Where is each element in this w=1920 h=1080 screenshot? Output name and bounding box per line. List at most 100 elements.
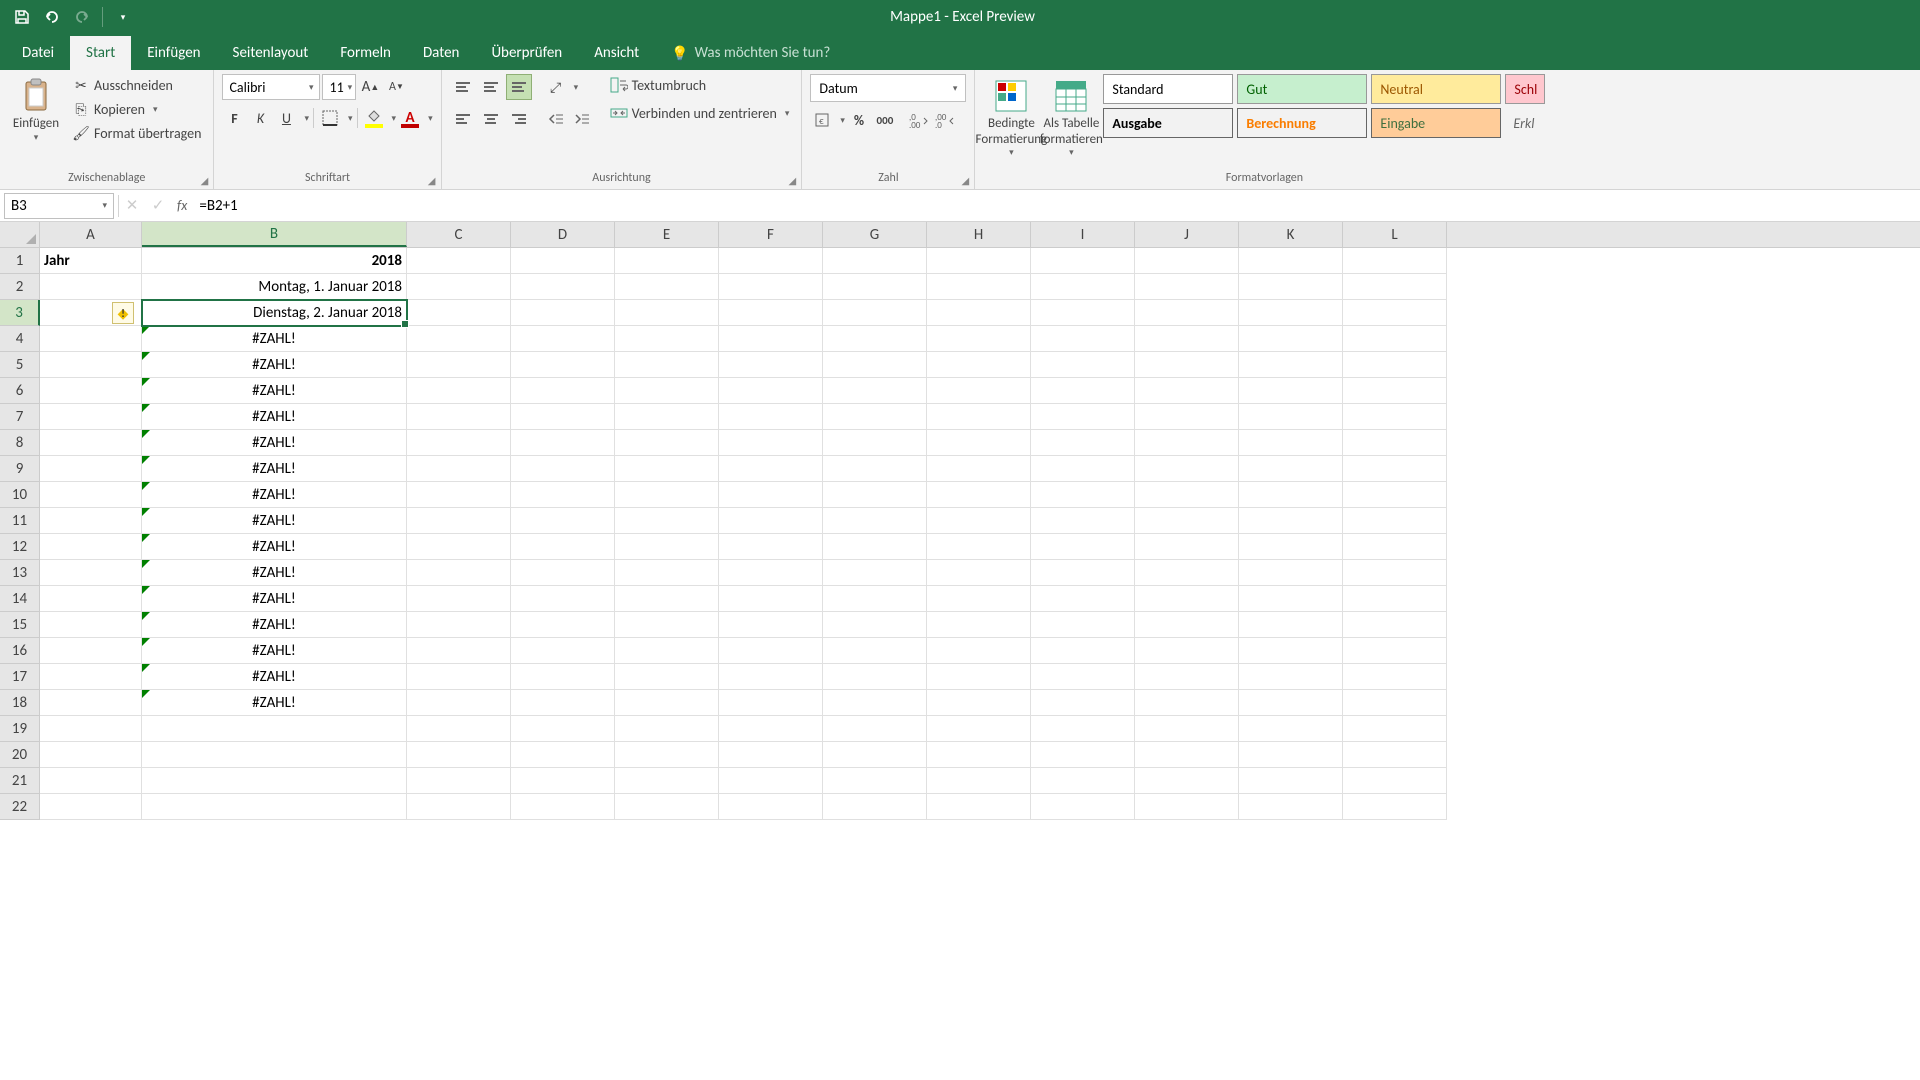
cell-L10[interactable] [1343,482,1447,508]
cell-F5[interactable] [719,352,823,378]
cell-H13[interactable] [927,560,1031,586]
cell-H1[interactable] [927,248,1031,274]
tab-einfuegen[interactable]: Einfügen [131,36,216,70]
cell-F4[interactable] [719,326,823,352]
cell-L5[interactable] [1343,352,1447,378]
cell-E20[interactable] [615,742,719,768]
cell-F9[interactable] [719,456,823,482]
cell-E9[interactable] [615,456,719,482]
cell-A11[interactable] [40,508,142,534]
percent-format-button[interactable]: % [847,108,871,132]
font-color-button[interactable]: A [398,106,422,130]
cell-F7[interactable] [719,404,823,430]
cell-J12[interactable] [1135,534,1239,560]
cell-G5[interactable] [823,352,927,378]
column-header-B[interactable]: B [142,222,407,247]
cell-L9[interactable] [1343,456,1447,482]
cell-E5[interactable] [615,352,719,378]
borders-button[interactable] [318,106,342,130]
cell-C14[interactable] [407,586,511,612]
cell-C7[interactable] [407,404,511,430]
font-size-select[interactable]: 11 ▾ [322,74,356,100]
cell-C11[interactable] [407,508,511,534]
column-header-D[interactable]: D [511,222,615,247]
cell-K5[interactable] [1239,352,1343,378]
cell-E6[interactable] [615,378,719,404]
cell-C3[interactable] [407,300,511,326]
cell-C4[interactable] [407,326,511,352]
cell-A17[interactable] [40,664,142,690]
cell-C21[interactable] [407,768,511,794]
cell-I4[interactable] [1031,326,1135,352]
cell-L19[interactable] [1343,716,1447,742]
cell-I3[interactable] [1031,300,1135,326]
cell-E22[interactable] [615,794,719,820]
cell-A6[interactable] [40,378,142,404]
cell-B17[interactable]: #ZAHL! [142,664,407,690]
row-header-17[interactable]: 17 [0,664,40,690]
cell-K20[interactable] [1239,742,1343,768]
chevron-down-icon[interactable]: ▾ [392,113,397,124]
tab-datei[interactable]: Datei [6,36,70,70]
cell-A21[interactable] [40,768,142,794]
column-header-C[interactable]: C [407,222,511,247]
cell-D7[interactable] [511,404,615,430]
cell-C19[interactable] [407,716,511,742]
cell-H2[interactable] [927,274,1031,300]
cell-F1[interactable] [719,248,823,274]
align-top-button[interactable] [450,74,476,100]
redo-icon[interactable] [72,7,92,27]
cell-B16[interactable]: #ZAHL! [142,638,407,664]
tab-ansicht[interactable]: Ansicht [578,36,655,70]
cell-L22[interactable] [1343,794,1447,820]
cell-G7[interactable] [823,404,927,430]
tab-ueberpruefen[interactable]: Überprüfen [475,36,578,70]
cell-G22[interactable] [823,794,927,820]
cell-C1[interactable] [407,248,511,274]
cell-B12[interactable]: #ZAHL! [142,534,407,560]
cell-H21[interactable] [927,768,1031,794]
cell-D21[interactable] [511,768,615,794]
cell-G9[interactable] [823,456,927,482]
cell-H19[interactable] [927,716,1031,742]
cell-C10[interactable] [407,482,511,508]
cell-G11[interactable] [823,508,927,534]
cell-J11[interactable] [1135,508,1239,534]
decrease-indent-button[interactable] [544,107,568,131]
cell-F12[interactable] [719,534,823,560]
cell-K21[interactable] [1239,768,1343,794]
cell-I21[interactable] [1031,768,1135,794]
cell-I14[interactable] [1031,586,1135,612]
row-header-22[interactable]: 22 [0,794,40,820]
cell-L8[interactable] [1343,430,1447,456]
cell-B13[interactable]: #ZAHL! [142,560,407,586]
cancel-formula-button[interactable]: ✕ [119,193,145,219]
conditional-formatting-button[interactable]: Bedingte Formatierung ▾ [983,74,1039,162]
cell-E2[interactable] [615,274,719,300]
cell-K6[interactable] [1239,378,1343,404]
cell-K2[interactable] [1239,274,1343,300]
cell-J21[interactable] [1135,768,1239,794]
cell-B18[interactable]: #ZAHL! [142,690,407,716]
cell-H20[interactable] [927,742,1031,768]
row-header-10[interactable]: 10 [0,482,40,508]
dialog-launcher-icon[interactable]: ◢ [785,173,799,187]
cell-G6[interactable] [823,378,927,404]
row-header-16[interactable]: 16 [0,638,40,664]
cell-L4[interactable] [1343,326,1447,352]
cell-C20[interactable] [407,742,511,768]
column-header-K[interactable]: K [1239,222,1343,247]
cell-B10[interactable]: #ZAHL! [142,482,407,508]
decrease-font-button[interactable]: A▼ [384,75,408,99]
cell-I22[interactable] [1031,794,1135,820]
cell-D11[interactable] [511,508,615,534]
cell-C8[interactable] [407,430,511,456]
cell-C9[interactable] [407,456,511,482]
cell-E18[interactable] [615,690,719,716]
cell-H14[interactable] [927,586,1031,612]
cell-G2[interactable] [823,274,927,300]
cell-K14[interactable] [1239,586,1343,612]
cell-A13[interactable] [40,560,142,586]
cell-H6[interactable] [927,378,1031,404]
cell-L6[interactable] [1343,378,1447,404]
